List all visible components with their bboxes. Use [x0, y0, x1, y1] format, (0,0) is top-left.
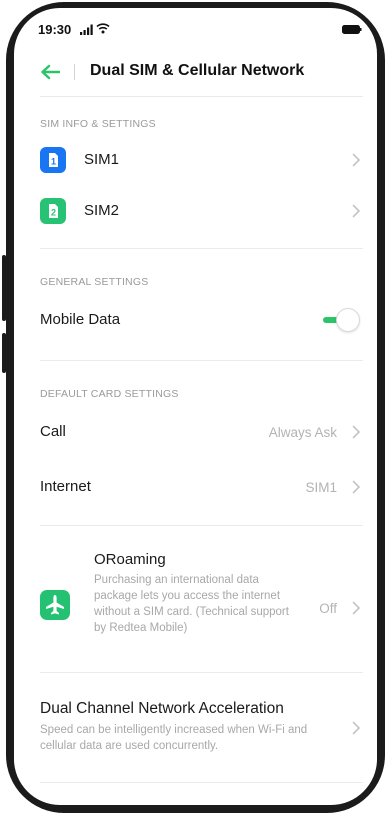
wifi-icon — [96, 23, 110, 34]
internet-row[interactable]: Internet SIM1 — [14, 465, 377, 509]
chevron-right-icon — [352, 601, 361, 615]
back-arrow-icon[interactable] — [40, 64, 60, 80]
sim2-icon: 2 — [40, 198, 66, 224]
section-divider — [40, 782, 363, 783]
header: Dual SIM & Cellular Network — [14, 52, 377, 96]
status-time: 19:30 — [38, 22, 72, 37]
sim2-row[interactable]: 2 SIM2 — [14, 189, 377, 233]
call-value: Always Ask — [268, 425, 337, 440]
header-divider — [74, 64, 75, 80]
airplane-icon — [40, 590, 70, 620]
sim1-icon: 1 — [40, 147, 66, 173]
call-label: Call — [40, 423, 66, 440]
toggle-knob — [336, 308, 360, 332]
dual-channel-row[interactable]: Dual Channel Network Acceleration Speed … — [14, 692, 377, 756]
mobile-data-row[interactable]: Mobile Data — [14, 298, 377, 342]
power-button — [2, 333, 6, 373]
call-row[interactable]: Call Always Ask — [14, 410, 377, 454]
section-divider — [40, 360, 363, 361]
screen: 19:30 Dual SIM & Cellular Network SIM IN… — [14, 8, 377, 805]
oroaming-title: ORoaming — [94, 551, 166, 568]
section-divider — [40, 248, 363, 249]
svg-text:1: 1 — [51, 157, 56, 167]
section-label-general: GENERAL SETTINGS — [40, 276, 149, 288]
internet-label: Internet — [40, 478, 91, 495]
sim1-label: SIM1 — [84, 151, 120, 168]
dual-channel-title: Dual Channel Network Acceleration — [40, 700, 284, 717]
section-divider — [40, 672, 363, 673]
oroaming-row[interactable]: ORoaming Purchasing an international dat… — [14, 548, 377, 658]
chevron-right-icon — [352, 721, 361, 735]
chevron-right-icon — [352, 425, 361, 439]
status-bar: 19:30 — [14, 8, 377, 42]
section-divider — [40, 525, 363, 526]
oroaming-value: Off — [319, 601, 337, 616]
section-label-sim-info: SIM INFO & SETTINGS — [40, 118, 156, 130]
mobile-data-label: Mobile Data — [40, 311, 121, 328]
header-divider-line — [40, 96, 363, 97]
chevron-right-icon — [352, 153, 361, 167]
page-title: Dual SIM & Cellular Network — [90, 62, 305, 79]
svg-text:2: 2 — [51, 208, 56, 218]
chevron-right-icon — [352, 204, 361, 218]
signal-icon — [80, 24, 93, 35]
battery-icon — [342, 25, 362, 34]
sim1-row[interactable]: 1 SIM1 — [14, 138, 377, 182]
mobile-data-toggle[interactable] — [320, 308, 360, 332]
oroaming-description: Purchasing an international data package… — [94, 574, 289, 634]
volume-button — [2, 255, 6, 321]
internet-value: SIM1 — [305, 480, 337, 495]
sim2-label: SIM2 — [84, 202, 120, 219]
section-label-default-card: DEFAULT CARD SETTINGS — [40, 388, 179, 400]
dual-channel-description: Speed can be intelligently increased whe… — [40, 724, 308, 752]
chevron-right-icon — [352, 480, 361, 494]
